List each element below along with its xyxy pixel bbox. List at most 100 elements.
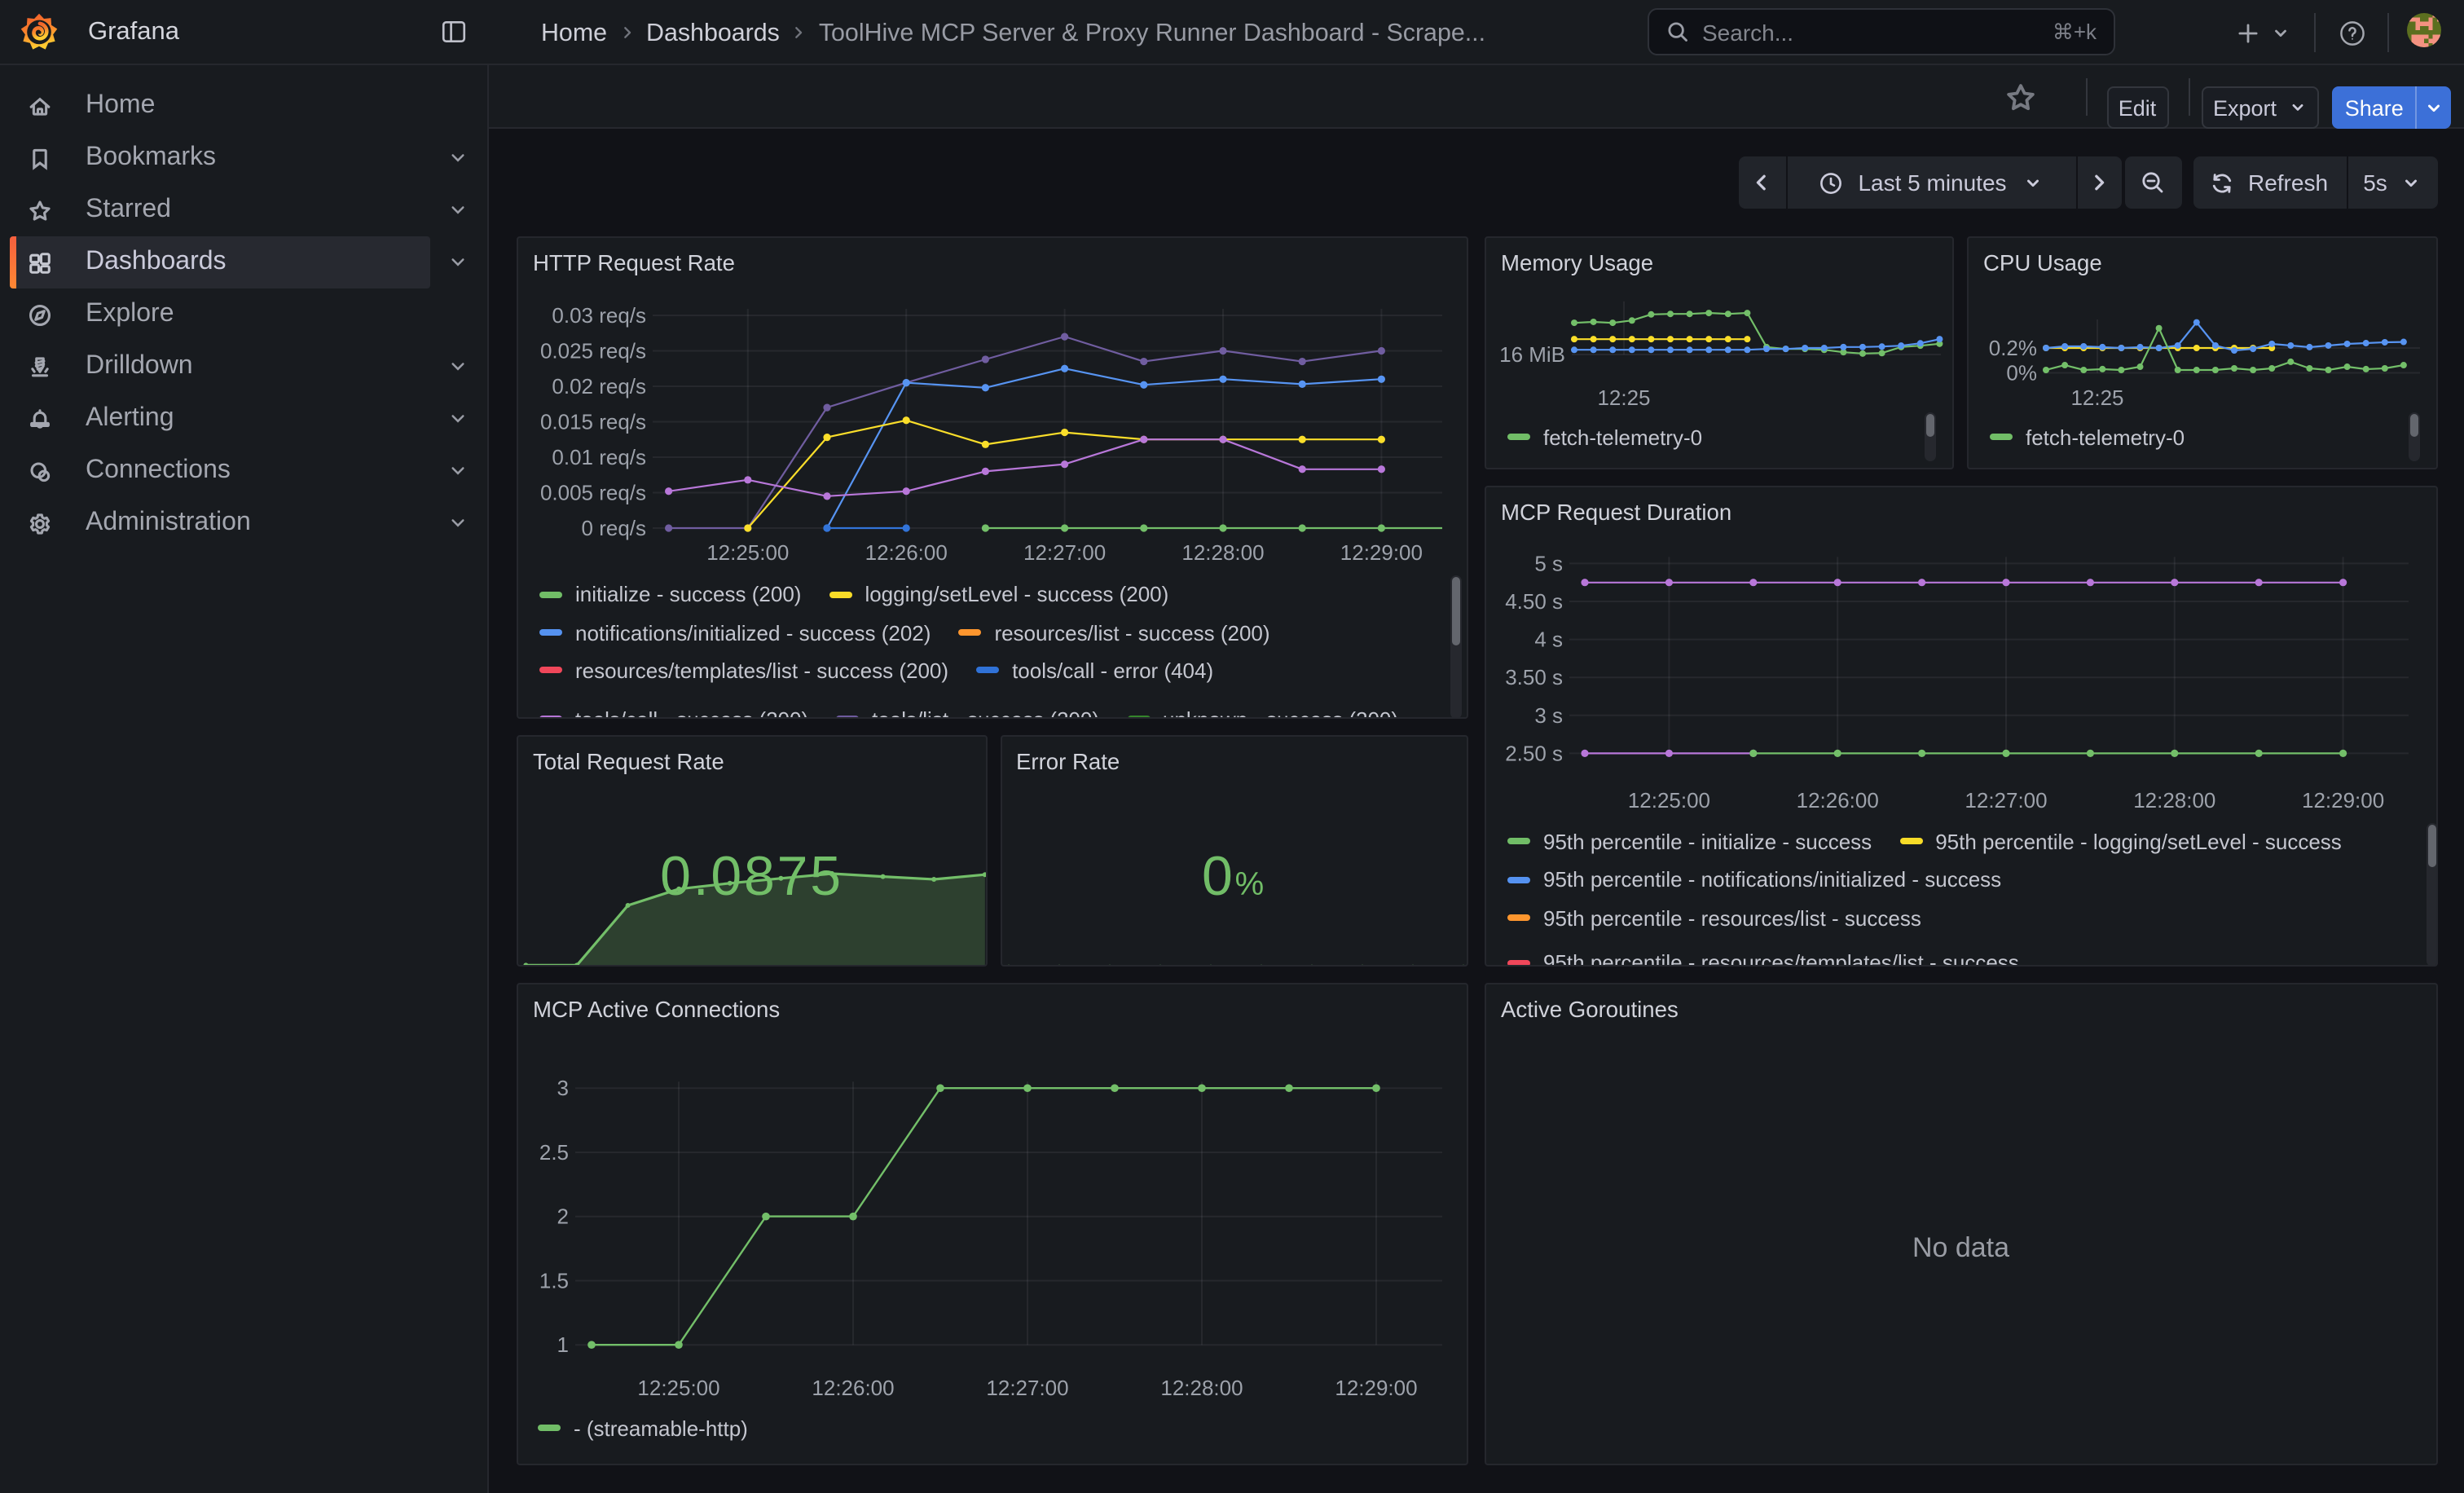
sidebar-item-explore[interactable]: Explore [10,288,430,341]
time-forward-button[interactable] [2078,157,2121,209]
legend-swatch [539,591,562,597]
chevron-down-icon [2288,98,2308,117]
legend-duration: 95th percentile - initialize - success 95… [1507,823,2419,967]
stat-value: 0% [1001,850,1467,912]
breadcrumb-dashboards[interactable]: Dashboards [646,19,780,46]
x-tick-label: 12:25 [2070,385,2123,410]
legend-item[interactable]: tools/call - error (404) [976,658,1213,683]
sidebar-item-label: Starred [86,184,171,236]
legend-scrollbar-thumb[interactable] [1451,577,1459,645]
legend-item[interactable]: 95th percentile - logging/setLevel - suc… [1899,830,2342,854]
time-range-button[interactable]: Last 5 minutes [1788,157,2075,209]
star-dashboard-icon[interactable] [2003,79,2039,115]
legend-swatch [539,716,562,718]
dashboards-icon [26,249,54,276]
legend-item[interactable]: initialize - success (200) [539,582,801,606]
chevron-down-icon[interactable] [447,199,469,222]
sidebar-row-starred: Starred [0,184,487,236]
help-button[interactable] [2332,0,2371,65]
legend-item[interactable]: logging/setLevel - success (200) [829,582,1168,606]
legend-swatch [1507,839,1530,845]
compass-icon [26,301,54,328]
legend-item[interactable]: tools/call - success (200) [539,707,808,718]
chevron-down-icon[interactable] [447,147,469,170]
search-input[interactable]: Search... ⌘+k [1647,8,2114,55]
breadcrumb-current: ToolHive MCP Server & Proxy Runner Dashb… [819,19,1485,46]
button-label: Refresh [2248,170,2328,196]
dock-sidebar-icon[interactable] [440,18,468,46]
sidebar-item-connections[interactable]: Connections [10,445,430,497]
button-label: Share [2345,95,2404,120]
legend-item[interactable]: notifications/initialized - success (202… [539,620,931,645]
sidebar-item-alerting[interactable]: Alerting [10,393,430,445]
chevron-down-icon[interactable] [447,407,469,430]
legend-item[interactable]: 95th percentile - notifications/initiali… [1507,867,2001,892]
sidebar-item-drilldown[interactable]: Drilldown [10,341,430,393]
panel-http_rate: HTTP Request Rate0 req/s0.005 req/s0.01 … [517,236,1468,718]
time-back-button[interactable] [1739,157,1785,209]
y-tick-label: 0.01 req/s [552,445,646,469]
grafana-logo-icon[interactable] [20,11,59,52]
legend-item[interactable]: 95th percentile - resources/list - succe… [1507,905,1921,930]
chevron-down-icon[interactable] [447,512,469,535]
grafana-app: Grafana Home Dashboards ToolHive MCP Ser… [0,0,2464,1493]
home-icon [26,92,54,120]
help-icon [2338,19,2365,46]
legend-item[interactable]: unknown - success (200) [1127,707,1398,718]
chevron-down-icon[interactable] [447,355,469,378]
refresh-interval-button[interactable]: 5s [2347,157,2437,209]
legend-item[interactable]: fetch-telemetry-0 [1990,425,2185,449]
sidebar-item-label: Bookmarks [86,132,216,184]
add-new-button[interactable] [2229,0,2298,65]
drilldown-icon [26,353,54,381]
legend-item[interactable]: 95th percentile - resources/templates/li… [1507,951,2019,967]
legend-scrollbar[interactable] [1925,412,1936,461]
legend-item[interactable]: resources/templates/list - success (200) [539,658,948,683]
y-tick-label: 0 req/s [582,516,646,540]
breadcrumb-separator-icon [790,23,809,42]
legend-scrollbar-thumb[interactable] [1926,414,1934,437]
edit-button[interactable]: Edit [2106,86,2168,129]
legend-scrollbar[interactable] [1450,575,1461,718]
legend-item[interactable]: - (streamable-http) [538,1416,748,1441]
panel-title[interactable]: Active Goroutines [1501,998,1679,1023]
legend-label: 95th percentile - notifications/initiali… [1543,867,2001,892]
sidebar-item-dashboards[interactable]: Dashboards [10,236,430,288]
legend-label: 95th percentile - resources/list - succe… [1543,905,1921,930]
sidebar-item-administration[interactable]: Administration [10,497,430,549]
share-dropdown-button[interactable] [2416,86,2452,129]
stat-value: 0.0875 [518,850,985,904]
topbar-divider [2387,13,2389,52]
legend-item[interactable]: fetch-telemetry-0 [1507,425,1702,449]
breadcrumb-home[interactable]: Home [541,19,607,46]
breadcrumb: Home Dashboards ToolHive MCP Server & Pr… [541,0,1485,65]
legend-scrollbar[interactable] [2408,412,2419,461]
chevron-down-icon [2023,172,2044,193]
share-button[interactable]: Share [2333,86,2416,129]
panel-goroutines: Active Goroutines No data [1485,984,2437,1465]
sidebar-item-label: Drilldown [86,341,193,393]
legend-scrollbar-thumb[interactable] [2428,825,2436,867]
refresh-button[interactable]: Refresh [2193,157,2346,209]
sidebar-item-home[interactable]: Home [10,80,430,132]
legend-label: 95th percentile - resources/templates/li… [1543,951,2019,967]
legend-item[interactable]: tools/list - success (200) [836,707,1099,718]
x-tick-label: 12:28:00 [1181,540,1264,565]
no-data-message: No data [1486,1233,2435,1266]
avatar[interactable] [2407,13,2441,47]
legend-swatch [829,591,851,597]
zoom-out-button[interactable] [2124,157,2181,209]
legend-item[interactable]: 95th percentile - initialize - success [1507,830,1872,854]
export-button[interactable]: Export [2202,86,2319,129]
legend-item[interactable]: resources/list - success (200) [958,620,1269,645]
sidebar-item-starred[interactable]: Starred [10,184,430,236]
chevron-down-icon[interactable] [447,251,469,274]
sidebar-item-bookmarks[interactable]: Bookmarks [10,132,430,184]
legend-scrollbar[interactable] [2427,823,2437,967]
chevron-down-icon[interactable] [447,460,469,482]
legend-swatch [1990,434,2013,440]
dashboard-canvas: Last 5 minutes Refresh 5s HTTP Request R… [489,129,2464,1493]
legend-connections: - (streamable-http) [538,1414,1450,1443]
y-tick-label: 3.50 s [1505,665,1563,689]
legend-scrollbar-thumb[interactable] [2409,414,2418,437]
